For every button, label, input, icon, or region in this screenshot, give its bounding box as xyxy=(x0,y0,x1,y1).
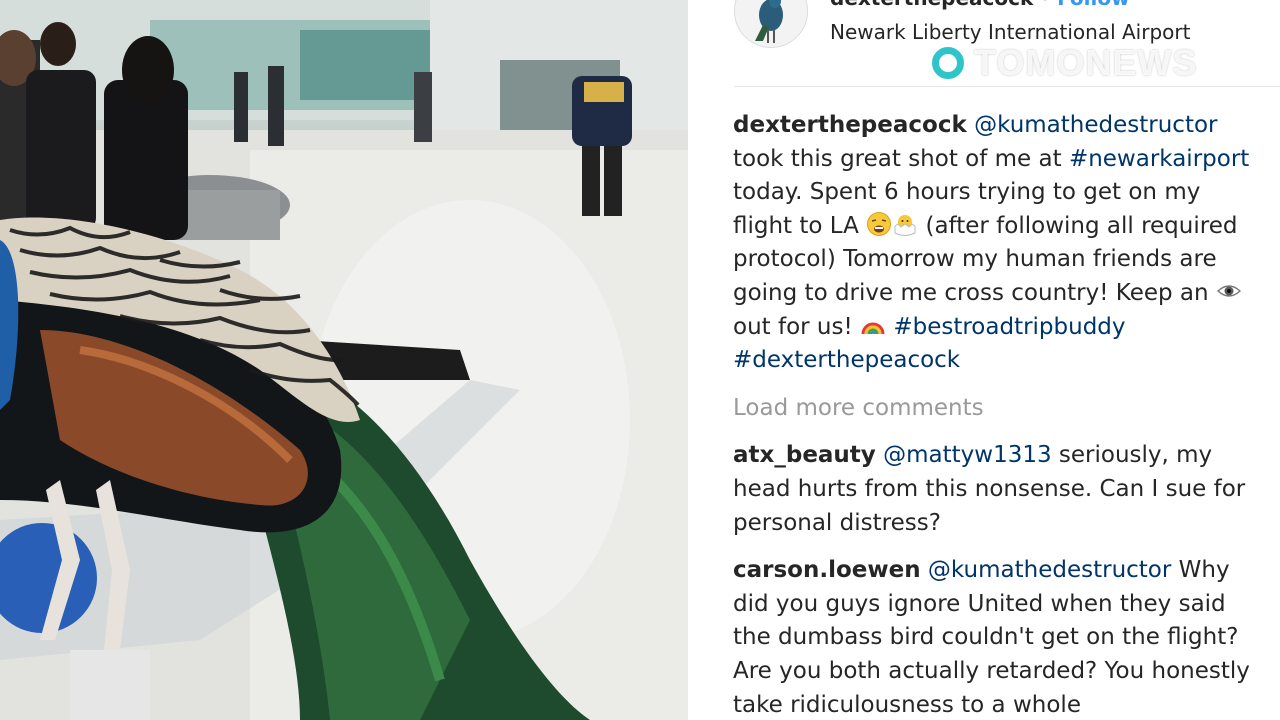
comment-item: carson.loewen @kumathedestructor Why did… xyxy=(733,554,1253,720)
avatar-peacock-icon xyxy=(735,0,807,47)
comment-mention[interactable]: @kumathedestructor xyxy=(928,557,1171,583)
instagram-post-panel: dexterthepeacock•Follow Newark Liberty I… xyxy=(688,0,1280,720)
hashtag-bestroadtripbuddy[interactable]: #bestroadtripbuddy xyxy=(893,314,1125,340)
caption-text-1: took this great shot of me at xyxy=(733,145,1069,172)
hashtag-dexterthepeacock[interactable]: #dexterthepeacock xyxy=(733,347,960,373)
tomonews-logo-icon xyxy=(932,47,964,79)
comment-mention[interactable]: @mattyw1313 xyxy=(883,442,1052,468)
caption-mention[interactable]: @kumathedestructor xyxy=(974,112,1217,138)
tomonews-watermark: TOMONEWS xyxy=(932,40,1197,86)
follow-button[interactable]: Follow xyxy=(1057,0,1130,10)
peacock-airport-photo xyxy=(0,0,688,720)
comment-item: atx_beauty @mattyw1313 seriously, my hea… xyxy=(733,439,1253,540)
rainbow-emoji-icon xyxy=(861,322,885,334)
header-divider xyxy=(734,86,1280,87)
photo-illustration xyxy=(0,0,688,720)
comments-section: dexterthepeacock @kumathedestructor took… xyxy=(733,109,1253,720)
eye-emoji-icon xyxy=(1216,285,1241,297)
separator-dot: • xyxy=(1039,0,1051,10)
hatching-chick-emoji-icon xyxy=(894,214,916,236)
hashtag-newarkairport[interactable]: #newarkairport xyxy=(1069,146,1249,172)
comment-username[interactable]: carson.loewen xyxy=(733,557,921,583)
avatar[interactable] xyxy=(734,0,808,48)
load-more-comments-link[interactable]: Load more comments xyxy=(733,392,1253,426)
post-author-username[interactable]: dexterthepeacock xyxy=(830,0,1033,10)
caption-username[interactable]: dexterthepeacock xyxy=(733,112,967,138)
caption: dexterthepeacock @kumathedestructor took… xyxy=(733,109,1253,378)
caption-text-4: out for us! xyxy=(733,313,861,340)
watermark-text: TOMONEWS xyxy=(974,42,1198,83)
weary-face-emoji-icon xyxy=(867,211,892,236)
comment-username[interactable]: atx_beauty xyxy=(733,442,876,468)
post-author-row: dexterthepeacock • Follow xyxy=(830,0,1130,10)
